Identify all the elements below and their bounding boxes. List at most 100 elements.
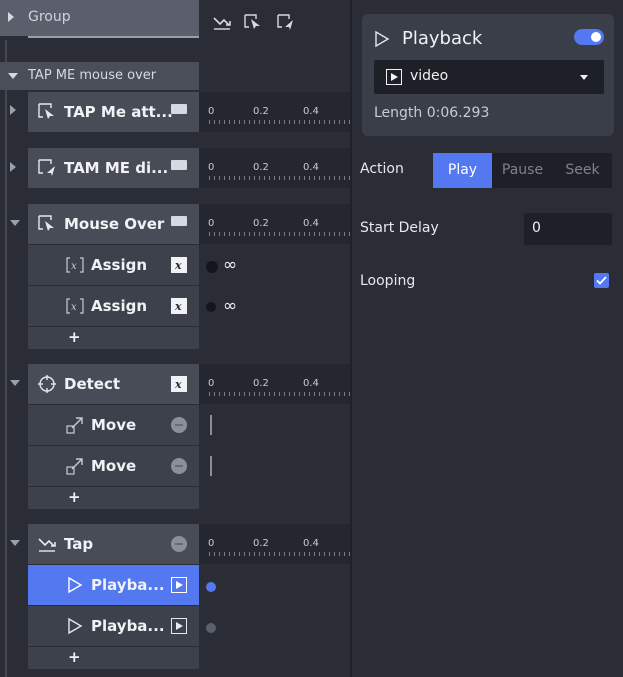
svg-text:x: x [174,300,182,313]
action-option-pause[interactable]: Pause [492,153,553,188]
svg-text:x: x [71,302,77,313]
add-action-row[interactable]: + [28,647,199,670]
add-action-row[interactable]: + [28,327,199,350]
row-label: Assign [91,256,148,274]
row-label: Move [91,457,137,475]
variable-icon: x [171,257,187,273]
expand-arrow-icon[interactable] [8,12,14,22]
ruler-ticks [209,552,350,556]
add-action-button[interactable]: + [68,488,81,506]
disabled-badge-icon [171,417,187,433]
tick-label: 0.2 [253,538,269,549]
add-action-button[interactable]: + [68,648,81,666]
gutter-line [5,40,7,677]
action-row-playback[interactable]: Playba... [28,606,199,647]
tap-icon[interactable] [213,14,231,30]
video-file-icon [171,216,187,226]
row-label: TAM ME di... [64,159,169,177]
video-file-icon [171,577,187,593]
duration-marker[interactable] [210,415,212,435]
looping-label: Looping [360,273,416,289]
group-header[interactable]: Group [0,0,199,38]
row-label: Playba... [91,576,165,594]
duration-marker[interactable] [210,456,212,476]
action-option-seek[interactable]: Seek [553,153,612,188]
row-label: Detect [64,375,121,393]
collapse-arrow-icon[interactable] [8,73,18,79]
playback-card: Playback video Length 0:06.293 [362,14,614,136]
timeline-ruler[interactable]: 0 0.2 0.4 [199,364,350,404]
patch-row-detect[interactable]: Detect x [28,364,199,405]
expand-arrow-icon[interactable] [10,162,16,172]
svg-text:x: x [174,378,182,391]
start-delay-value: 0 [532,220,541,236]
patch-row-mouse-over[interactable]: Mouse Over [28,204,199,245]
row-label: Move [91,416,137,434]
ruler-ticks [209,120,350,124]
start-delay-input[interactable]: 0 [524,213,612,245]
action-label: Action [360,161,404,177]
tap-exit-icon[interactable] [277,14,295,30]
action-row-playback-selected[interactable]: Playba... [28,565,199,606]
patch-row-tap-me-att[interactable]: TAP Me att... [28,92,199,133]
tap-icon [38,538,56,552]
action-row-move[interactable]: Move [28,446,199,487]
action-lane[interactable] [199,606,350,646]
expand-arrow-icon[interactable] [10,105,16,115]
keyframe-dot[interactable] [206,582,216,592]
variable-icon: x [66,298,84,314]
timeline-ruler[interactable]: 0 0.2 0.4 [199,204,350,244]
collapse-arrow-icon[interactable] [10,540,20,546]
cursor-icon [38,215,54,231]
tick-label: 0.4 [303,378,319,389]
tick-label: 0 [208,538,215,549]
row-label: Tap [64,535,94,553]
tick-label: 0 [208,378,215,389]
tap-enter-icon[interactable] [244,14,262,30]
chevron-down-icon [580,75,588,80]
action-lane[interactable] [199,405,350,445]
action-lane[interactable] [199,446,350,486]
action-option-play[interactable]: Play [433,153,492,188]
keyframe-dot[interactable] [206,261,218,273]
enabled-toggle[interactable] [574,29,604,45]
timeline-ruler[interactable]: 0 0.2 0.4 [199,524,350,564]
move-icon [66,417,83,434]
collapse-arrow-icon[interactable] [10,380,20,386]
layer-label: TAP ME mouse over [28,68,157,83]
tick-label: 0.4 [303,538,319,549]
action-row-move[interactable]: Move [28,405,199,446]
patch-row-tap[interactable]: Tap [28,524,199,565]
layer-header[interactable]: TAP ME mouse over [0,62,199,90]
add-action-row[interactable]: + [28,487,199,510]
add-action-button[interactable]: + [68,328,81,346]
action-lane[interactable]: ∞ [199,286,350,326]
action-row-assign[interactable]: x Assign x [28,245,199,286]
panel-divider[interactable] [350,0,352,677]
disabled-badge-icon [171,536,187,552]
patch-row-tam-me-di[interactable]: TAM ME di... [28,148,199,189]
play-icon [375,30,390,48]
patch-toolbar [199,0,350,40]
infinite-duration-icon: ∞ [223,296,238,316]
action-segmented-control[interactable]: Play Pause Seek [433,153,612,188]
action-lane[interactable]: ∞ [199,245,350,285]
keyframe-dot[interactable] [206,623,216,633]
action-lane[interactable] [199,565,350,605]
collapse-arrow-icon[interactable] [10,220,20,226]
timeline-ruler[interactable]: 0 0.2 0.4 [199,92,350,132]
video-source-select[interactable]: video [374,60,604,94]
tick-label: 0 [208,162,215,173]
svg-text:x: x [71,261,77,272]
ruler-ticks [209,232,350,236]
tick-label: 0.2 [253,378,269,389]
timeline-ruler[interactable]: 0 0.2 0.4 [199,148,350,188]
keyframe-dot[interactable] [206,302,216,312]
looping-checkbox[interactable] [594,273,609,288]
row-label: Mouse Over [64,215,165,233]
variable-icon: x [171,376,187,392]
start-delay-label: Start Delay [360,220,439,236]
crosshair-icon [38,375,56,393]
tap-exit-icon [38,159,55,176]
action-row-assign[interactable]: x Assign x [28,286,199,327]
